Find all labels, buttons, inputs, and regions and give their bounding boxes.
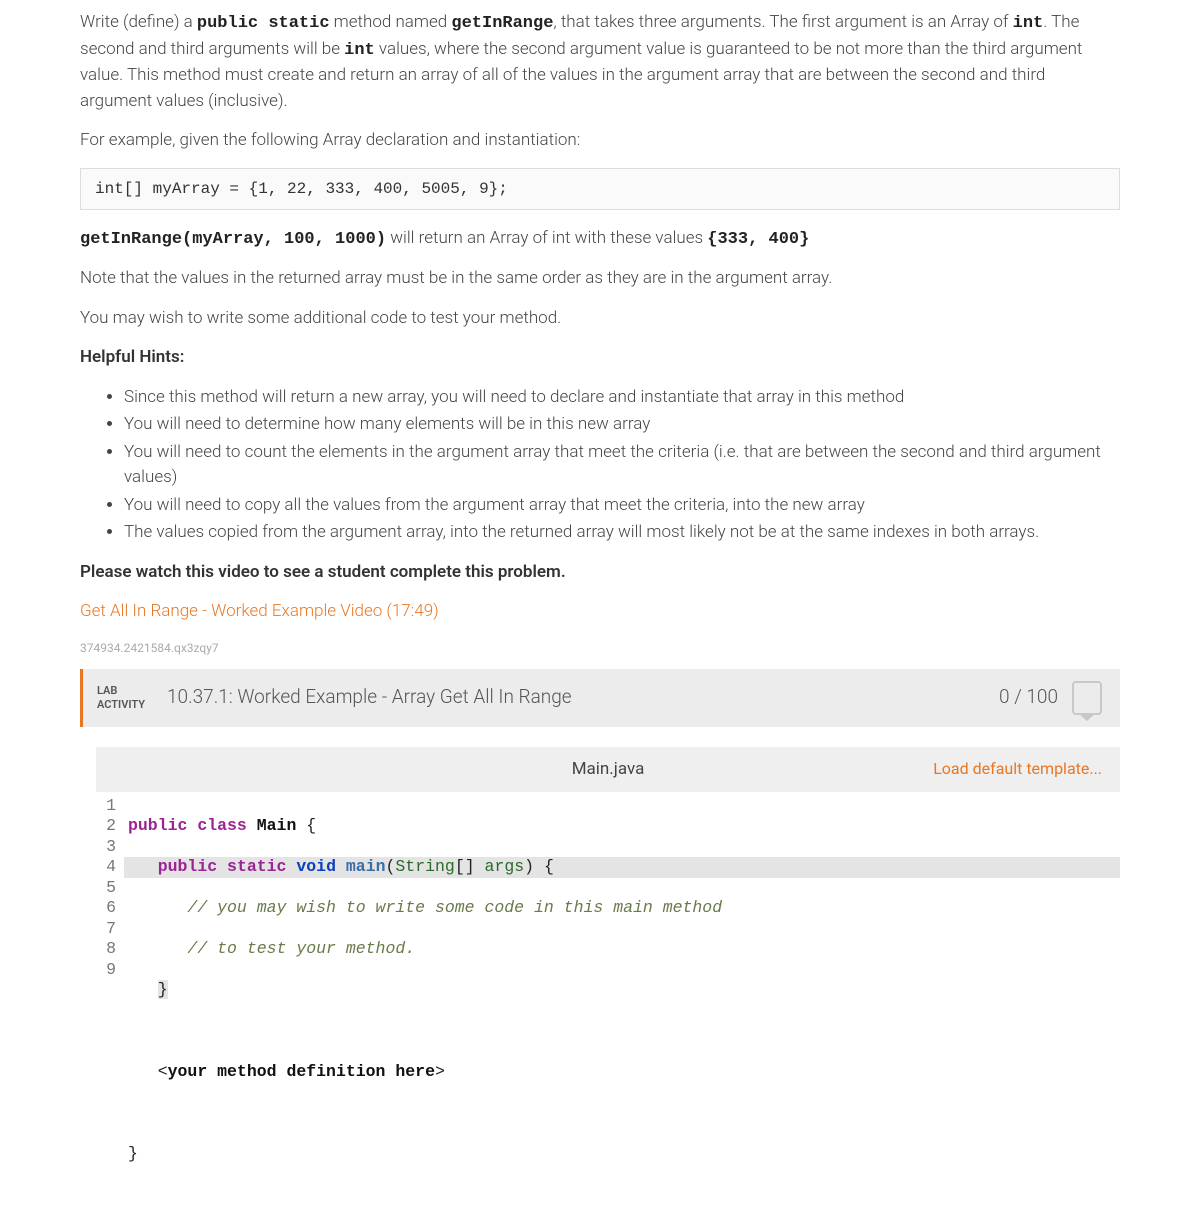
list-item: Since this method will return a new arra… [124, 385, 1120, 411]
line-gutter: 1 2 3 4 5 6 7 8 9 [96, 796, 124, 1205]
lab-activity-header: LABACTIVITY 10.37.1: Worked Example - Ar… [80, 669, 1120, 727]
video-prompt: Please watch this video to see a student… [80, 560, 1120, 586]
content-hash: 374934.2421584.qx3zqy7 [80, 639, 1120, 657]
lab-score: 0 / 100 [999, 683, 1058, 712]
load-default-template-link[interactable]: Load default template... [644, 757, 1102, 781]
code-content[interactable]: public class Main { public static void m… [124, 796, 1120, 1205]
code-editor[interactable]: 1 2 3 4 5 6 7 8 9 public class Main { pu… [96, 792, 1120, 1205]
problem-paragraph-2: For example, given the following Array d… [80, 128, 1120, 154]
hints-heading: Helpful Hints: [80, 345, 1120, 371]
hints-list: Since this method will return a new arra… [80, 385, 1120, 546]
problem-paragraph-3: getInRange(myArray, 100, 1000) will retu… [80, 226, 1120, 253]
code-editor-panel: Main.java Load default template... 1 2 3… [96, 747, 1120, 1206]
lab-activity-label: LABACTIVITY [97, 684, 167, 710]
score-badge-icon [1072, 681, 1102, 715]
editor-header: Main.java Load default template... [96, 747, 1120, 793]
example-declaration-code: int[] myArray = {1, 22, 333, 400, 5005, … [80, 168, 1120, 210]
video-link[interactable]: Get All In Range - Worked Example Video … [80, 601, 439, 621]
list-item: The values copied from the argument arra… [124, 520, 1120, 546]
problem-paragraph-4: Note that the values in the returned arr… [80, 266, 1120, 292]
filename-label: Main.java [572, 757, 645, 783]
problem-paragraph-1: Write (define) a public static method na… [80, 10, 1120, 114]
list-item: You will need to determine how many elem… [124, 412, 1120, 438]
lab-activity-title: 10.37.1: Worked Example - Array Get All … [167, 683, 999, 712]
list-item: You will need to count the elements in t… [124, 440, 1120, 491]
list-item: You will need to copy all the values fro… [124, 493, 1120, 519]
problem-paragraph-5: You may wish to write some additional co… [80, 306, 1120, 332]
